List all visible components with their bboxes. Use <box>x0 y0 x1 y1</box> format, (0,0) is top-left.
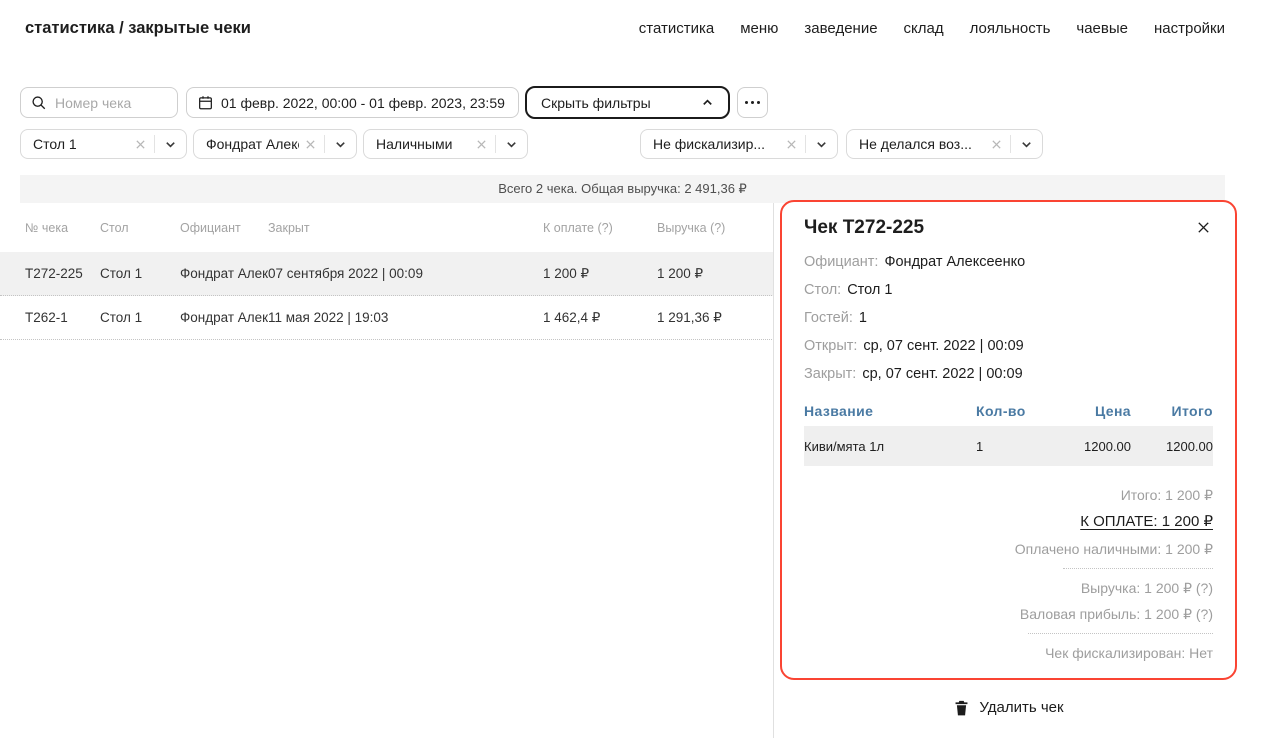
item-name: Киви/мята 1л <box>804 439 976 454</box>
nav-item-stock[interactable]: склад <box>904 20 944 37</box>
total-subtotal: Итого: 1 200 ₽ <box>804 482 1213 508</box>
cell-receipt-number: T262-1 <box>25 310 100 325</box>
filter-chip-payment[interactable]: Наличными <box>363 129 528 159</box>
total-to-pay: К ОПЛАТЕ: 1 200 ₽ <box>804 508 1213 536</box>
field-closed: Закрыт:ср, 07 сент. 2022 | 00:09 <box>804 360 1213 388</box>
cell-waiter: Фондрат Алекс... <box>180 310 268 325</box>
items-col-name: Название <box>804 403 976 419</box>
nav-item-loyalty[interactable]: лояльность <box>970 20 1051 37</box>
total-revenue: Выручка: 1 200 ₽ (?) <box>804 575 1213 601</box>
cell-revenue: 1 200 ₽ <box>657 266 774 282</box>
col-revenue: Выручка (?) <box>657 221 774 235</box>
col-to-pay: К оплате (?) <box>543 221 657 235</box>
receipts-table: № чека Стол Официант Закрыт К оплате (?)… <box>0 203 774 340</box>
hide-filters-label: Скрыть фильтры <box>541 95 651 111</box>
chevron-down-icon[interactable] <box>164 138 177 151</box>
items-header: Название Кол-во Цена Итого <box>804 396 1213 426</box>
field-table: Стол:Стол 1 <box>804 276 1213 304</box>
receipt-fields: Официант:Фондрат Алексеенко Стол:Стол 1 … <box>804 248 1213 388</box>
divider <box>1063 568 1213 569</box>
close-icon[interactable] <box>1194 217 1213 238</box>
vertical-divider <box>773 203 774 738</box>
close-icon[interactable] <box>786 139 797 150</box>
col-receipt-number: № чека <box>25 221 100 235</box>
chevron-down-icon[interactable] <box>334 138 347 151</box>
summary-text: Всего 2 чека. Общая выручка: 2 491,36 ₽ <box>498 181 747 197</box>
trash-icon <box>953 699 970 716</box>
cell-table: Стол 1 <box>100 266 180 281</box>
cell-closed: 07 сентября 2022 | 00:09 <box>268 266 543 281</box>
table-row[interactable]: T262-1 Стол 1 Фондрат Алекс... 11 мая 20… <box>0 296 774 340</box>
delete-receipt-label: Удалить чек <box>979 699 1063 716</box>
hide-filters-button[interactable]: Скрыть фильтры <box>525 86 730 119</box>
cell-revenue: 1 291,36 ₽ <box>657 310 774 326</box>
search-input[interactable] <box>53 94 167 112</box>
field-opened: Открыт:ср, 07 сент. 2022 | 00:09 <box>804 332 1213 360</box>
date-range-button[interactable]: 01 февр. 2022, 00:00 - 01 февр. 2023, 23… <box>186 87 519 118</box>
total-gross-profit: Валовая прибыль: 1 200 ₽ (?) <box>804 601 1213 627</box>
items-col-total: Итого <box>1131 403 1213 419</box>
more-filters-button[interactable] <box>737 87 768 118</box>
cell-waiter: Фондрат Алекс... <box>180 266 268 281</box>
filter-chip-refund[interactable]: Не делался воз... <box>846 129 1043 159</box>
close-icon[interactable] <box>135 139 146 150</box>
col-table: Стол <box>100 221 180 235</box>
close-icon[interactable] <box>305 139 316 150</box>
chevron-down-icon[interactable] <box>1020 138 1033 151</box>
search-icon <box>31 95 46 110</box>
receipt-items-table: Название Кол-во Цена Итого Киви/мята 1л … <box>804 396 1213 466</box>
item-price: 1200.00 <box>1046 439 1131 454</box>
filter-chip-fiscalized[interactable]: Не фискализир... <box>640 129 838 159</box>
top-nav: статистика меню заведение склад лояльнос… <box>639 20 1225 37</box>
chevron-down-icon[interactable] <box>505 138 518 151</box>
receipt-detail-panel: Чек T272-225 Официант:Фондрат Алексеенко… <box>780 200 1237 680</box>
divider <box>805 135 806 153</box>
nav-item-menu[interactable]: меню <box>740 20 778 37</box>
item-row: Киви/мята 1л 1 1200.00 1200.00 <box>804 426 1213 466</box>
divider <box>1010 135 1011 153</box>
nav-item-settings[interactable]: настройки <box>1154 20 1225 37</box>
delete-receipt-button[interactable]: Удалить чек <box>780 699 1237 716</box>
cell-table: Стол 1 <box>100 310 180 325</box>
chevron-up-icon <box>701 96 714 109</box>
col-waiter: Официант <box>180 221 268 235</box>
cell-to-pay: 1 462,4 ₽ <box>543 310 657 326</box>
more-icon <box>745 101 761 105</box>
close-icon[interactable] <box>476 139 487 150</box>
receipt-search-box[interactable] <box>20 87 178 118</box>
col-closed: Закрыт <box>268 221 543 235</box>
item-total: 1200.00 <box>1131 439 1213 454</box>
item-qty: 1 <box>976 439 1046 454</box>
cell-to-pay: 1 200 ₽ <box>543 266 657 282</box>
close-icon[interactable] <box>991 139 1002 150</box>
total-paid-cash: Оплачено наличными: 1 200 ₽ <box>804 536 1213 562</box>
cell-closed: 11 мая 2022 | 19:03 <box>268 310 543 325</box>
panel-title: Чек T272-225 <box>804 217 924 239</box>
table-header: № чека Стол Официант Закрыт К оплате (?)… <box>0 203 774 252</box>
summary-bar: Всего 2 чека. Общая выручка: 2 491,36 ₽ <box>20 175 1225 203</box>
items-col-price: Цена <box>1046 403 1131 419</box>
divider <box>495 135 496 153</box>
cell-receipt-number: T272-225 <box>25 266 100 281</box>
breadcrumb: статистика / закрытые чеки <box>25 19 251 38</box>
filter-chip-table[interactable]: Стол 1 <box>20 129 187 159</box>
nav-item-venue[interactable]: заведение <box>804 20 877 37</box>
receipt-totals: Итого: 1 200 ₽ К ОПЛАТЕ: 1 200 ₽ Оплачен… <box>804 482 1213 666</box>
divider <box>1028 633 1213 634</box>
calendar-icon <box>198 95 213 110</box>
table-row[interactable]: T272-225 Стол 1 Фондрат Алекс... 07 сент… <box>0 252 774 296</box>
date-range-label: 01 февр. 2022, 00:00 - 01 февр. 2023, 23… <box>221 95 505 111</box>
nav-item-tips[interactable]: чаевые <box>1076 20 1128 37</box>
items-col-qty: Кол-во <box>976 403 1046 419</box>
fiscalized-status: Чек фискализирован: Нет <box>804 640 1213 666</box>
field-guests: Гостей:1 <box>804 304 1213 332</box>
divider <box>324 135 325 153</box>
filter-chip-waiter[interactable]: Фондрат Алекс... <box>193 129 357 159</box>
nav-item-statistics[interactable]: статистика <box>639 20 714 37</box>
chevron-down-icon[interactable] <box>815 138 828 151</box>
divider <box>154 135 155 153</box>
field-waiter: Официант:Фондрат Алексеенко <box>804 248 1213 276</box>
header: статистика / закрытые чеки статистика ме… <box>0 0 1268 56</box>
